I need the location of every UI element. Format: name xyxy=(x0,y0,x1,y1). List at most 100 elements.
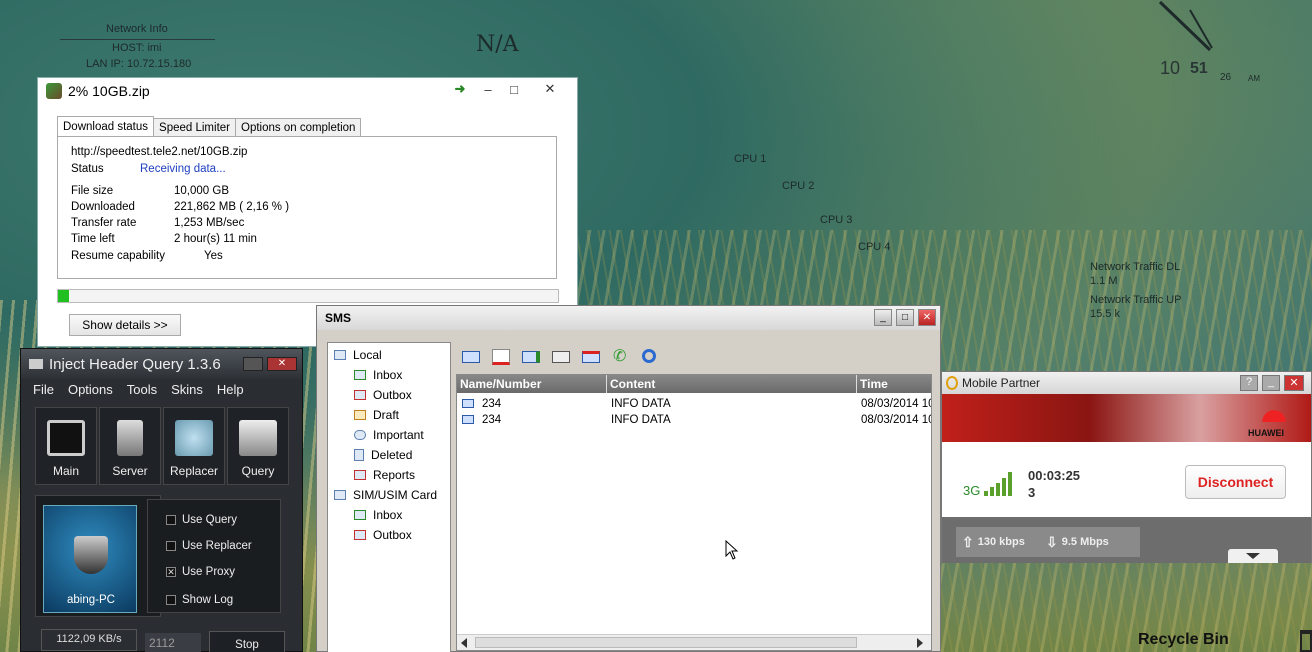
tool-main-button[interactable]: Main xyxy=(35,407,97,485)
reply-icon[interactable] xyxy=(522,351,540,363)
tool-server-button[interactable]: Server xyxy=(99,407,161,485)
scroll-thumb[interactable] xyxy=(475,637,857,648)
tree-sim-card[interactable]: SIM/USIM Card xyxy=(334,488,437,502)
forward-icon[interactable] xyxy=(552,351,570,363)
mp-close-button[interactable]: ✕ xyxy=(1284,375,1304,391)
menu-tools[interactable]: Tools xyxy=(127,382,157,397)
tree-local-label: Local xyxy=(353,348,382,362)
menu-options[interactable]: Options xyxy=(68,382,113,397)
download-speed-value: 9.5 Mbps xyxy=(1061,536,1109,548)
important-icon xyxy=(354,430,366,440)
outbox-icon xyxy=(354,390,366,400)
use-replacer-label: Use Replacer xyxy=(182,540,252,552)
cpu1-label: CPU 1 xyxy=(734,153,767,165)
mobile-partner-title: Mobile Partner xyxy=(962,376,1041,390)
mobile-partner-window: Mobile Partner ? _ ✕ HUAWEI 3G 00:03:25 … xyxy=(941,371,1312,563)
maximize-button[interactable]: □ xyxy=(504,78,524,100)
delete-message-icon[interactable] xyxy=(492,349,510,365)
transfer-rate-value: 1,253 MB/sec xyxy=(174,217,245,229)
tool-main-label: Main xyxy=(52,464,79,478)
row-content: INFO DATA xyxy=(611,398,671,410)
tree-sim-outbox[interactable]: Outbox xyxy=(354,528,412,542)
horizontal-scrollbar[interactable] xyxy=(457,634,931,650)
mp-minimize-button[interactable]: _ xyxy=(1262,375,1280,391)
use-query-checkbox[interactable] xyxy=(166,515,176,525)
menu-skins[interactable]: Skins xyxy=(171,382,203,397)
table-row[interactable]: 234 INFO DATA 08/03/2014 10 xyxy=(462,414,932,429)
inject-close-button[interactable]: ✕ xyxy=(267,357,297,371)
tool-query-button[interactable]: Query xyxy=(227,407,289,485)
row-number: 234 xyxy=(482,414,502,426)
stop-button[interactable]: Stop xyxy=(209,631,285,652)
sms-close-button[interactable]: ✕ xyxy=(918,309,936,326)
search-icon[interactable] xyxy=(642,349,656,363)
use-proxy-option[interactable]: ✕ Use Proxy xyxy=(166,566,235,578)
tab-download-status[interactable]: Download status xyxy=(57,116,155,137)
tool-server-label: Server xyxy=(112,464,148,478)
tree-reports[interactable]: Reports xyxy=(354,468,415,482)
row-number: 234 xyxy=(482,398,502,410)
recycle-bin-icon[interactable] xyxy=(1300,630,1312,652)
na-text: N/A xyxy=(476,32,519,57)
server-icon xyxy=(117,420,143,456)
tree-outbox-label: Outbox xyxy=(373,388,412,402)
sms-folder-tree: Local Inbox Outbox Draft Important Delet… xyxy=(327,342,451,652)
tab-options-on-completion[interactable]: Options on completion xyxy=(235,118,362,137)
draft-icon xyxy=(354,410,366,420)
resend-icon[interactable] xyxy=(582,351,600,363)
tree-outbox[interactable]: Outbox xyxy=(354,388,412,402)
tree-draft[interactable]: Draft xyxy=(354,408,399,422)
column-content[interactable]: Content xyxy=(607,375,857,393)
tree-sim-inbox[interactable]: Inbox xyxy=(354,508,402,522)
expand-button[interactable] xyxy=(1228,549,1278,563)
speed-readout: 1122,09 KB/s xyxy=(41,629,137,651)
call-icon[interactable]: ✆ xyxy=(613,349,631,365)
mobile-partner-app-icon xyxy=(946,376,958,390)
tool-replacer-button[interactable]: Replacer xyxy=(163,407,225,485)
tree-inbox[interactable]: Inbox xyxy=(354,368,402,382)
scroll-right-arrow-icon[interactable] xyxy=(917,638,923,648)
menu-file[interactable]: File xyxy=(33,382,54,397)
sms-minimize-button[interactable]: _ xyxy=(874,309,892,326)
show-details-button[interactable]: Show details >> xyxy=(69,314,181,336)
show-log-option[interactable]: Show Log xyxy=(166,594,233,606)
arrow-icon[interactable]: ➜ xyxy=(450,78,470,100)
tree-important[interactable]: Important xyxy=(354,428,424,442)
scroll-left-arrow-icon[interactable] xyxy=(461,638,467,648)
mp-help-button[interactable]: ? xyxy=(1240,375,1258,391)
inject-minimize-button[interactable] xyxy=(243,357,263,371)
use-replacer-checkbox[interactable] xyxy=(166,541,176,551)
show-log-checkbox[interactable] xyxy=(166,595,176,605)
row-time: 08/03/2014 10 xyxy=(861,414,932,426)
upload-speed-value: 130 kbps xyxy=(977,536,1025,548)
recycle-bin-label[interactable]: Recycle Bin xyxy=(1138,631,1229,649)
lan-ip-text: LAN IP: 10.72.15.180 xyxy=(86,58,192,70)
network-type: 3G xyxy=(963,483,981,498)
tab-speed-limiter[interactable]: Speed Limiter xyxy=(153,118,236,137)
cpu4-label: CPU 4 xyxy=(858,241,891,253)
file-size-label: File size xyxy=(71,185,114,197)
sms-maximize-button[interactable]: □ xyxy=(896,309,914,326)
disconnect-button[interactable]: Disconnect xyxy=(1185,465,1286,499)
port-input[interactable]: 2112 xyxy=(145,633,201,652)
menu-help[interactable]: Help xyxy=(217,382,244,397)
minimize-button[interactable]: – xyxy=(478,78,498,100)
download-tabs: Download status Speed Limiter Options on… xyxy=(57,116,362,137)
chevron-down-icon xyxy=(1246,553,1260,559)
close-button[interactable]: ✕ xyxy=(530,78,570,100)
tree-deleted[interactable]: Deleted xyxy=(354,448,412,462)
time-left-value: 2 hour(s) 11 min xyxy=(174,233,257,245)
use-query-option[interactable]: Use Query xyxy=(166,514,237,526)
clock-ampm: AM xyxy=(1248,74,1260,83)
tree-local[interactable]: Local xyxy=(334,348,382,362)
upload-speed: ⇧ 130 kbps xyxy=(956,527,1040,557)
use-replacer-option[interactable]: Use Replacer xyxy=(166,540,252,552)
tool-replacer-label: Replacer xyxy=(169,464,219,478)
sms-titlebar: SMS xyxy=(317,306,940,330)
column-time[interactable]: Time xyxy=(857,375,931,393)
table-row[interactable]: 234 INFO DATA 08/03/2014 10 xyxy=(462,398,931,413)
tree-inbox-label: Inbox xyxy=(373,368,403,382)
use-proxy-checkbox[interactable]: ✕ xyxy=(166,567,176,577)
column-name-number[interactable]: Name/Number xyxy=(457,375,607,393)
new-message-icon[interactable] xyxy=(462,351,480,363)
